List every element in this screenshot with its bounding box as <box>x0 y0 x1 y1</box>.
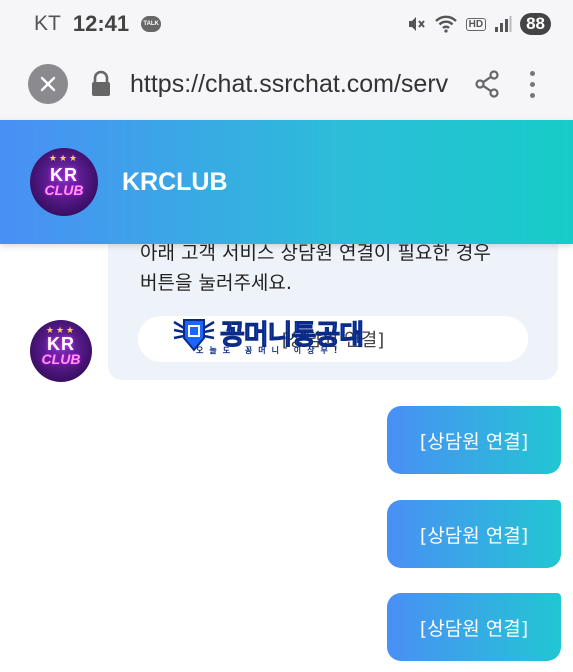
close-icon <box>40 76 56 92</box>
watermark-subtitle: 오늘도 꽁머니 이상무! <box>196 346 344 355</box>
battery-indicator: 88 <box>520 13 551 35</box>
krclub-logo: ★★★ KR CLUB <box>30 320 92 382</box>
mute-icon <box>408 17 425 31</box>
bot-avatar: ★★★ KR CLUB <box>30 320 92 382</box>
user-message-bubble: [상담원 연결] <box>387 500 561 568</box>
watermark: 꽁머니통공대 오늘도 꽁머니 이상무! <box>172 314 402 358</box>
chat-header: ★★★ KR CLUB KRCLUB <box>0 120 573 244</box>
logo-text-top: KR <box>47 334 75 354</box>
kakaotalk-notification-icon: TALK <box>141 16 162 32</box>
chat-title: KRCLUB <box>122 167 228 196</box>
logo-text-bottom: CLUB <box>44 182 84 198</box>
logo-text-bottom: CLUB <box>41 351 81 367</box>
close-button[interactable] <box>28 64 68 104</box>
more-options-icon[interactable] <box>530 70 535 98</box>
krclub-logo: ★★★ KR CLUB <box>30 148 98 216</box>
stars-decoration: ★★★ <box>45 326 77 336</box>
status-left: KT 12:41 TALK <box>34 11 406 37</box>
bot-message-line-2: 버튼을 눌러주세요. <box>140 272 292 294</box>
user-message-bubble: [상담원 연결] <box>387 406 561 474</box>
carrier-label: KT <box>34 12 61 35</box>
logo-text-top: KR <box>50 165 78 185</box>
status-right: HD 88 <box>406 13 551 35</box>
browser-toolbar: https://chat.ssrchat.com/serv <box>0 48 573 120</box>
lock-icon[interactable] <box>90 70 112 98</box>
url-bar[interactable]: https://chat.ssrchat.com/serv <box>130 70 452 99</box>
wifi-icon <box>434 15 457 33</box>
clock: 12:41 <box>72 11 130 36</box>
share-icon[interactable] <box>474 70 500 98</box>
hd-voice-icon: HD <box>465 17 487 31</box>
stars-decoration: ★★★ <box>48 154 80 164</box>
chat-messages[interactable]: 아래 고객 서비스 상담원 연결이 필요한 경우 버튼을 눌러주세요. [상담원… <box>0 224 573 672</box>
user-message-bubble: [상담원 연결] <box>387 593 561 661</box>
status-bar: KT 12:41 TALK HD 88 <box>0 0 573 48</box>
signal-icon <box>495 16 512 32</box>
